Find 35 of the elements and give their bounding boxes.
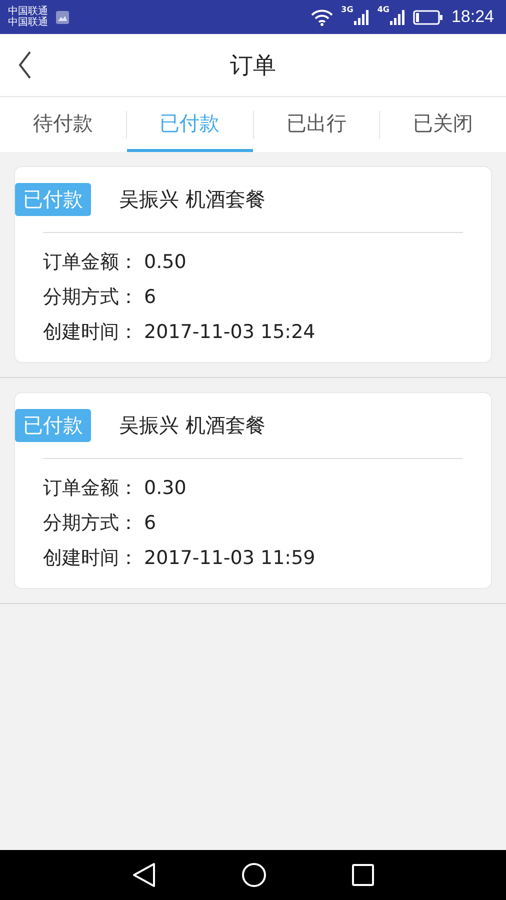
field-value: 0.30 (144, 477, 186, 499)
tab[interactable]: 已关闭 (380, 97, 506, 152)
status-badge: 已付款 (15, 409, 91, 442)
signal-icon (389, 9, 406, 25)
field-label: 分期方式： (43, 512, 138, 534)
recents-nav-icon[interactable] (352, 864, 374, 886)
field-value: 2017-11-03 11:59 (144, 547, 316, 569)
order-card[interactable]: 已付款 吴振兴 机酒套餐 订单金额： 0.30 分期方式： 6 创建时间： 2017-11-03 11:59 (14, 392, 492, 589)
field-label: 订单金额： (43, 477, 138, 499)
order-card[interactable]: 已付款 吴振兴 机酒套餐 订单金额： 0.50 分期方式： 6 创建时间： 2017-11-03 15:24 (14, 166, 492, 363)
field-value: 0.50 (144, 251, 186, 273)
network-type-label: 4G (377, 5, 390, 14)
field-value: 6 (144, 286, 156, 308)
page-title: 订单 (230, 52, 276, 80)
wifi-icon (311, 8, 334, 26)
order-title: 吴振兴 机酒套餐 (119, 412, 266, 439)
field-value: 2017-11-03 15:24 (144, 321, 316, 343)
carrier-name: 中国联通 (8, 6, 48, 16)
tab[interactable]: 已出行 (254, 97, 380, 152)
field-value: 6 (144, 512, 156, 534)
field-label: 分期方式： (43, 286, 138, 308)
network-type-label: 3G (341, 5, 354, 14)
order-title: 吴振兴 机酒套餐 (119, 186, 266, 213)
carrier-name: 中国联通 (8, 17, 48, 28)
field-label: 订单金额： (43, 251, 138, 273)
status-badge: 已付款 (15, 183, 91, 216)
home-nav-icon[interactable] (240, 862, 267, 888)
back-nav-icon[interactable] (132, 862, 156, 888)
clock-time: 18:24 (451, 7, 494, 27)
signal-icon (353, 9, 370, 25)
tab[interactable]: 待付款 (0, 97, 126, 152)
image-notification-icon (56, 10, 69, 24)
field-label: 创建时间： (43, 547, 138, 569)
battery-icon (413, 10, 444, 24)
field-label: 创建时间： (43, 321, 138, 343)
